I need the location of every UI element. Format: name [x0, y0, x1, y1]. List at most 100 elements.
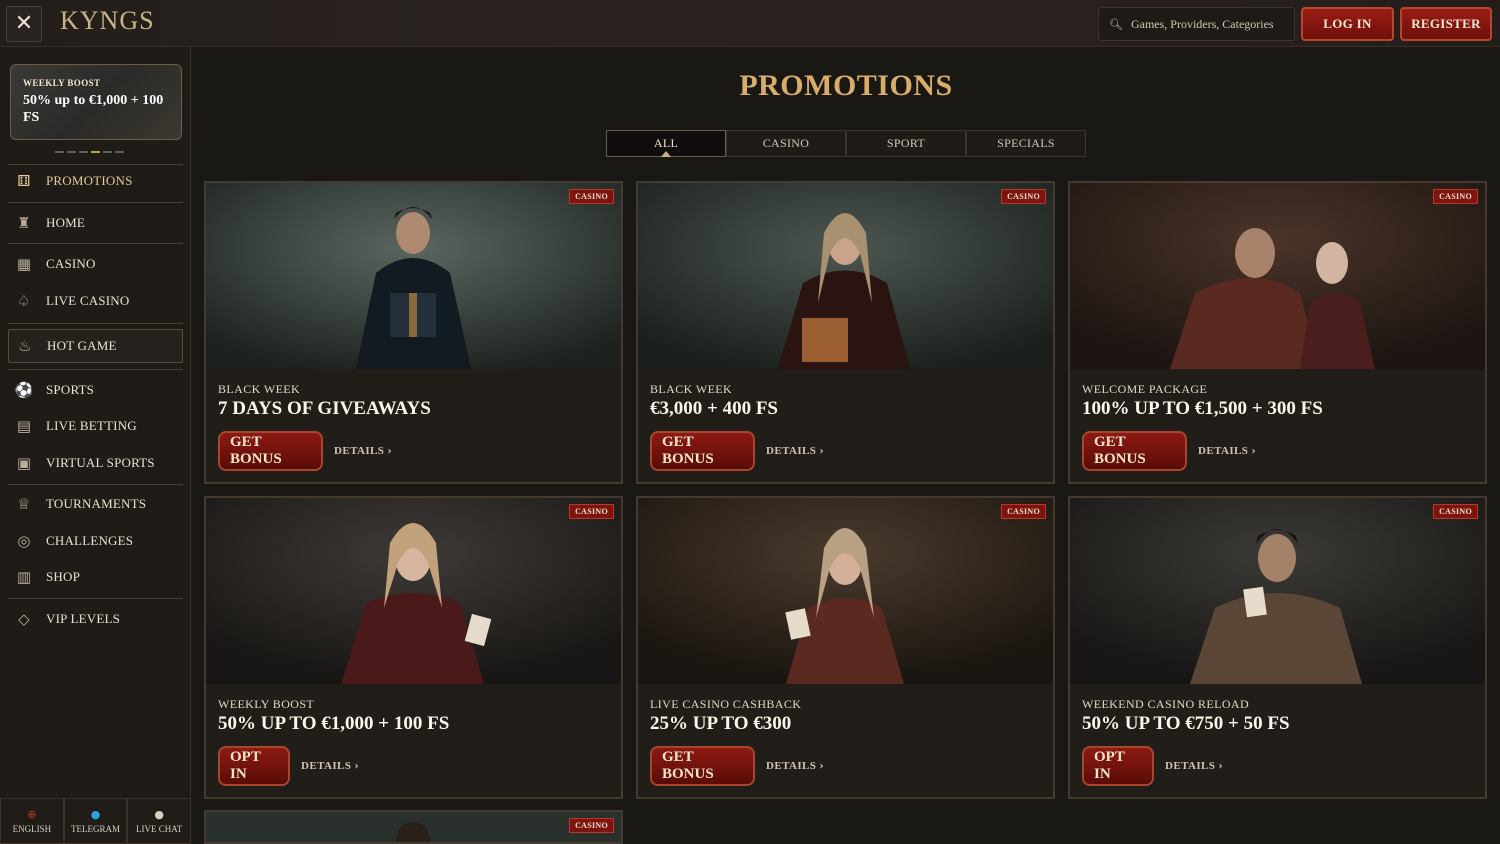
sidebar-bottom-bar: ⊕ ENGLISH ● TELEGRAM ● LIVE CHAT	[0, 798, 192, 844]
sidebar-item-label: LIVE BETTING	[46, 418, 137, 433]
carousel-dot[interactable]	[103, 151, 112, 153]
close-icon: ✕	[14, 11, 34, 36]
get-bonus-button[interactable]: GET BONUS	[650, 746, 755, 786]
promo-card: CASINO BLACK WEEK 7 DAYS OF GIVEAWAYS GE…	[204, 181, 623, 484]
cards-icon: ♤	[17, 292, 31, 310]
sidebar-item-virtual-sports[interactable]: ▣ VIRTUAL SPORTS	[8, 446, 183, 480]
divider	[8, 598, 183, 599]
telegram-icon: ●	[90, 808, 101, 821]
carousel-dot[interactable]	[115, 151, 124, 153]
promo-subtitle: WEEKEND CASINO RELOAD	[1082, 697, 1250, 711]
carousel-dot[interactable]	[67, 151, 76, 153]
chevron-right-icon: ›	[1218, 761, 1223, 772]
gift-icon: ⚅	[17, 172, 31, 190]
main-content: PROMOTIONS ALL CASINO SPORT SPECIALS CAS…	[192, 47, 1500, 844]
chevron-right-icon: ›	[354, 761, 359, 772]
sidebar-item-promotions[interactable]: ⚅ PROMOTIONS	[8, 164, 183, 198]
category-badge: CASINO	[1433, 504, 1478, 519]
divider	[8, 484, 183, 485]
chevron-right-icon: ›	[819, 446, 824, 457]
language-label: ENGLISH	[12, 824, 52, 834]
sidebar: WEEKLY BOOST 50% up to €1,000 + 100 FS ⚅…	[0, 47, 192, 844]
promo-title: 50% UP TO €1,000 + 100 FS	[218, 713, 450, 734]
soccer-ball-icon: ⚽	[14, 381, 34, 399]
target-icon: ◎	[17, 532, 31, 550]
opt-in-button[interactable]: OPT IN	[1082, 746, 1154, 786]
close-menu-button[interactable]: ✕	[6, 6, 42, 42]
details-link[interactable]: DETAILS ›	[301, 760, 359, 772]
sidebar-item-live-casino[interactable]: ♤ LIVE CASINO	[8, 284, 183, 318]
live-chat-label: LIVE CHAT	[136, 824, 183, 834]
tab-specials[interactable]: SPECIALS	[966, 130, 1086, 157]
live-chat-button[interactable]: ● LIVE CHAT	[127, 798, 192, 844]
promo-card: CASINO	[204, 810, 623, 844]
get-bonus-button[interactable]: GET BONUS	[650, 431, 755, 471]
sidebar-item-vip-levels[interactable]: ◇ VIP LEVELS	[8, 602, 183, 636]
boost-label: WEEKLY BOOST	[23, 78, 101, 88]
sidebar-item-sports[interactable]: ⚽ SPORTS	[8, 373, 183, 407]
tab-all[interactable]: ALL	[606, 130, 726, 157]
chevron-right-icon: ›	[819, 761, 824, 772]
shop-icon: ▥	[16, 568, 32, 586]
promo-title: 25% UP TO €300	[650, 713, 792, 734]
details-link[interactable]: DETAILS ›	[1165, 760, 1223, 772]
divider	[8, 323, 183, 324]
promo-image	[638, 498, 1053, 684]
carousel-dot[interactable]	[55, 151, 64, 153]
sidebar-item-hot-game[interactable]: ♨ HOT GAME	[8, 329, 183, 363]
live-icon: ▤	[16, 417, 32, 435]
promo-title: 100% UP TO €1,500 + 300 FS	[1082, 398, 1323, 419]
tab-casino[interactable]: CASINO	[726, 130, 846, 157]
details-link[interactable]: DETAILS ›	[1198, 445, 1256, 457]
weekly-boost-banner[interactable]: WEEKLY BOOST 50% up to €1,000 + 100 FS	[10, 64, 182, 140]
login-button[interactable]: LOG IN	[1301, 7, 1394, 41]
language-button[interactable]: ⊕ ENGLISH	[0, 798, 64, 844]
get-bonus-button[interactable]: GET BONUS	[1082, 431, 1187, 471]
promo-image	[638, 183, 1053, 369]
telegram-button[interactable]: ● TELEGRAM	[63, 798, 128, 844]
boost-text: 50% up to €1,000 + 100 FS	[23, 93, 164, 125]
get-bonus-button[interactable]: GET BONUS	[218, 431, 323, 471]
promo-subtitle: WELCOME PACKAGE	[1082, 382, 1208, 396]
divider	[8, 202, 183, 203]
sidebar-item-label: CHALLENGES	[46, 533, 134, 548]
sidebar-item-label: HOT GAME	[47, 338, 117, 353]
slot-machine-icon: ▦	[16, 255, 32, 273]
category-badge: CASINO	[569, 189, 614, 204]
sidebar-item-live-betting[interactable]: ▤ LIVE BETTING	[8, 409, 183, 443]
details-link[interactable]: DETAILS ›	[766, 760, 824, 772]
telegram-label: TELEGRAM	[71, 824, 120, 834]
flag-icon: ⊕	[27, 808, 37, 821]
search-input[interactable]: 🔍︎ Games, Providers, Categories	[1098, 7, 1295, 41]
category-badge: CASINO	[1001, 504, 1046, 519]
carousel-dot[interactable]	[79, 151, 88, 153]
sidebar-item-label: LIVE CASINO	[46, 293, 130, 308]
promo-image	[1070, 498, 1485, 684]
details-link[interactable]: DETAILS ›	[334, 445, 392, 457]
category-badge: CASINO	[1001, 189, 1046, 204]
promo-image	[1070, 183, 1485, 369]
sidebar-item-label: VIP LEVELS	[46, 611, 121, 626]
logo[interactable]: KYNGS	[60, 6, 155, 36]
sidebar-item-shop[interactable]: ▥ SHOP	[8, 560, 183, 594]
promo-title: 7 DAYS OF GIVEAWAYS	[218, 398, 431, 419]
search-icon: 🔍︎	[1109, 17, 1123, 31]
sidebar-item-home[interactable]: ♜ HOME	[8, 206, 183, 240]
promo-card: CASINO WELCOME PACKAGE 100% UP TO €1,500…	[1068, 181, 1487, 484]
promo-subtitle: LIVE CASINO CASHBACK	[650, 697, 802, 711]
sidebar-item-casino[interactable]: ▦ CASINO	[8, 247, 183, 281]
register-button[interactable]: REGISTER	[1400, 7, 1492, 41]
sidebar-item-label: HOME	[46, 215, 86, 230]
tab-sport[interactable]: SPORT	[846, 130, 966, 157]
opt-in-button[interactable]: OPT IN	[218, 746, 290, 786]
promo-subtitle: WEEKLY BOOST	[218, 697, 315, 711]
sidebar-item-label: TOURNAMENTS	[46, 496, 147, 511]
sidebar-item-challenges[interactable]: ◎ CHALLENGES	[8, 524, 183, 558]
promo-title: 50% UP TO €750 + 50 FS	[1082, 713, 1290, 734]
sidebar-item-label: SHOP	[46, 569, 81, 584]
carousel-dot-active[interactable]	[91, 151, 100, 153]
category-badge: CASINO	[1433, 189, 1478, 204]
trophy-icon: ♕	[17, 495, 31, 513]
sidebar-item-tournaments[interactable]: ♕ TOURNAMENTS	[8, 487, 183, 521]
details-link[interactable]: DETAILS ›	[766, 445, 824, 457]
